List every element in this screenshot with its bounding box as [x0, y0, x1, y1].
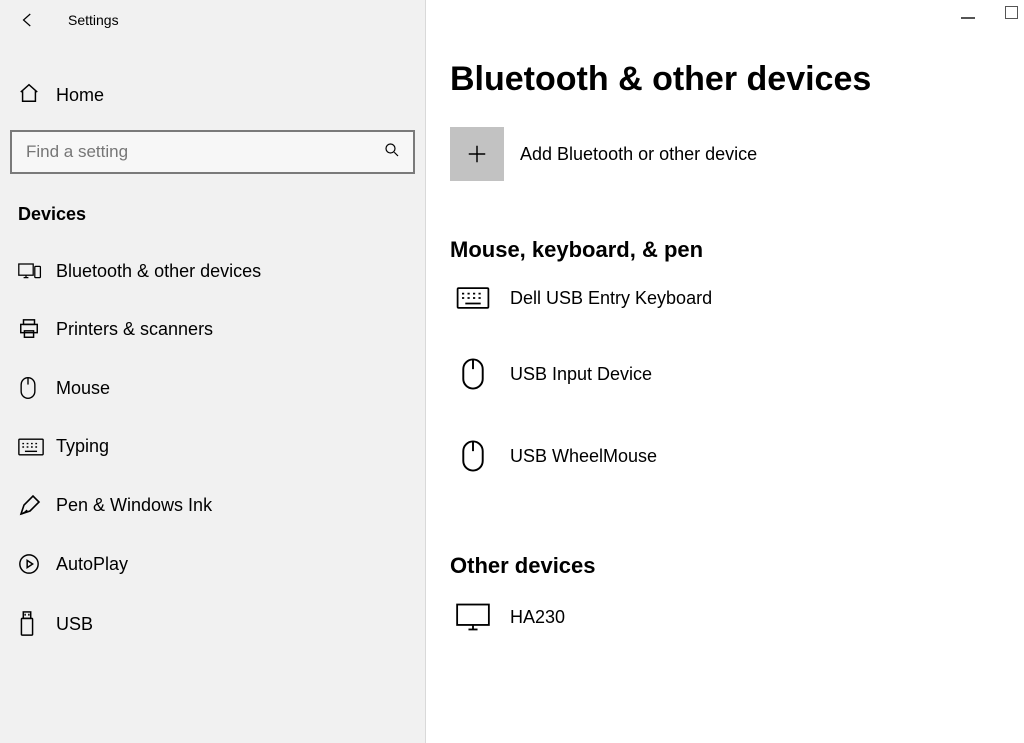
sidebar-item-printers[interactable]: Printers & scanners — [0, 300, 425, 358]
keyboard-icon — [450, 287, 496, 309]
maximize-button[interactable] — [1005, 6, 1018, 23]
sidebar-item-label: Bluetooth & other devices — [56, 261, 261, 282]
section-header-mouse-keyboard-pen: Mouse, keyboard, & pen — [450, 237, 1000, 263]
home-icon — [18, 82, 48, 108]
search-icon — [383, 141, 401, 163]
sidebar-item-label: Pen & Windows Ink — [56, 495, 212, 516]
sidebar-item-usb[interactable]: USB — [0, 593, 425, 655]
home-nav[interactable]: Home — [0, 70, 425, 120]
mouse-icon — [450, 357, 496, 391]
window-controls — [961, 6, 1018, 23]
device-item-wheelmouse[interactable]: USB WheelMouse — [450, 415, 1000, 497]
sidebar-item-label: AutoPlay — [56, 554, 128, 575]
sidebar-item-pen[interactable]: Pen & Windows Ink — [0, 475, 425, 535]
device-item-input[interactable]: USB Input Device — [450, 333, 1000, 415]
titlebar: Settings — [0, 0, 425, 40]
mouse-icon — [450, 439, 496, 473]
sidebar-item-label: Printers & scanners — [56, 319, 213, 340]
settings-main: Bluetooth & other devices Add Bluetooth … — [426, 0, 1024, 743]
device-item-keyboard[interactable]: Dell USB Entry Keyboard — [450, 279, 1000, 333]
autoplay-icon — [18, 553, 48, 575]
sidebar-item-label: Mouse — [56, 378, 110, 399]
device-label: Dell USB Entry Keyboard — [510, 288, 712, 309]
add-device-button[interactable]: Add Bluetooth or other device — [450, 127, 1000, 181]
sidebar-item-typing[interactable]: Typing — [0, 418, 425, 475]
sidebar-item-label: Typing — [56, 436, 109, 457]
search-input[interactable] — [24, 141, 363, 163]
device-item-monitor[interactable]: HA230 — [450, 595, 1000, 655]
sidebar-item-mouse[interactable]: Mouse — [0, 358, 425, 418]
settings-sidebar: Settings Home Devices Bluetooth & other … — [0, 0, 426, 743]
sidebar-item-label: USB — [56, 614, 93, 635]
monitor-icon — [450, 603, 496, 631]
device-label: USB Input Device — [510, 364, 652, 385]
keyboard-icon — [18, 438, 48, 456]
mouse-icon — [18, 376, 48, 400]
add-device-label: Add Bluetooth or other device — [520, 144, 757, 165]
plus-icon — [450, 127, 504, 181]
minimize-button[interactable] — [961, 6, 975, 23]
home-label: Home — [56, 85, 104, 106]
sidebar-item-bluetooth[interactable]: Bluetooth & other devices — [0, 243, 425, 300]
pen-icon — [18, 493, 48, 517]
usb-icon — [18, 611, 48, 637]
printer-icon — [18, 318, 48, 340]
search-box[interactable] — [10, 130, 415, 174]
sidebar-item-autoplay[interactable]: AutoPlay — [0, 535, 425, 593]
section-header-other-devices: Other devices — [450, 553, 1000, 579]
device-label: HA230 — [510, 607, 565, 628]
window-title: Settings — [68, 12, 119, 28]
sidebar-section-header: Devices — [0, 174, 425, 243]
back-icon[interactable] — [18, 10, 38, 30]
device-label: USB WheelMouse — [510, 446, 657, 467]
devices-icon — [18, 262, 48, 282]
page-title: Bluetooth & other devices — [450, 60, 1000, 99]
